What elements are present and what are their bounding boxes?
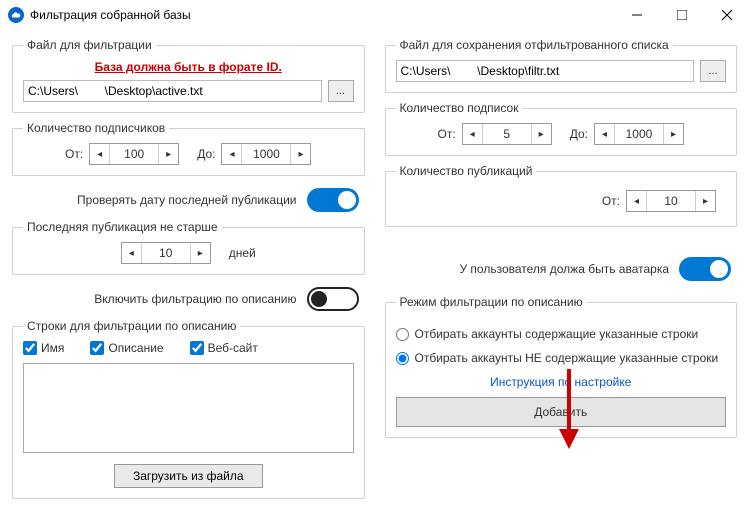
- filter-mode-legend: Режим фильтрации по описанию: [396, 295, 587, 309]
- chevron-right-icon[interactable]: ▸: [531, 124, 551, 144]
- description-checkbox[interactable]: Описание: [90, 341, 163, 355]
- chevron-left-icon[interactable]: ◂: [627, 191, 647, 211]
- subs-to-value[interactable]: 1000: [242, 144, 290, 164]
- follows-group: Количество подписок От: ◂ 5 ▸ До: ◂ 1000: [385, 101, 738, 156]
- subscribers-group: Количество подписчиков От: ◂ 100 ▸ До: ◂…: [12, 121, 365, 176]
- check-date-toggle[interactable]: [307, 188, 359, 212]
- desc-strings-textarea[interactable]: [23, 363, 354, 453]
- save-file-legend: Файл для сохранения отфильтрованного спи…: [396, 38, 673, 52]
- follows-from-label: От:: [438, 127, 456, 141]
- chevron-right-icon[interactable]: ▸: [158, 144, 178, 164]
- follows-to-label: До:: [570, 127, 588, 141]
- avatar-label: У пользователя должа быть аватарка: [459, 262, 669, 276]
- close-button[interactable]: [704, 0, 749, 30]
- filter-file-legend: Файл для фильтрации: [23, 38, 156, 52]
- website-checkbox[interactable]: Веб-сайт: [190, 341, 258, 355]
- save-file-browse-button[interactable]: ...: [700, 60, 726, 82]
- window-title: Фильтрация собранной базы: [30, 8, 614, 22]
- pubs-from-label: От:: [602, 194, 620, 208]
- chevron-left-icon[interactable]: ◂: [90, 144, 110, 164]
- save-file-input[interactable]: [396, 60, 695, 82]
- chevron-right-icon[interactable]: ▸: [663, 124, 683, 144]
- load-from-file-button[interactable]: Загрузить из файла: [114, 464, 263, 488]
- add-button[interactable]: Добавить: [396, 397, 727, 427]
- name-checkbox[interactable]: Имя: [23, 341, 64, 355]
- chevron-left-icon[interactable]: ◂: [463, 124, 483, 144]
- last-pub-group: Последняя публикация не старше ◂ 10 ▸ дн…: [12, 220, 365, 275]
- subs-to-label: До:: [197, 147, 215, 161]
- save-file-group: Файл для сохранения отфильтрованного спи…: [385, 38, 738, 93]
- pubs-group: Количество публикаций От: ◂ 10 ▸: [385, 164, 738, 227]
- filter-mode-group: Режим фильтрации по описанию Отбирать ак…: [385, 295, 738, 438]
- subs-from-label: От:: [65, 147, 83, 161]
- subs-to-spinner[interactable]: ◂ 1000 ▸: [221, 143, 311, 165]
- subs-from-spinner[interactable]: ◂ 100 ▸: [89, 143, 179, 165]
- desc-filter-toggle[interactable]: [307, 287, 359, 311]
- subscribers-legend: Количество подписчиков: [23, 121, 169, 135]
- desc-strings-legend: Строки для фильтрации по описанию: [23, 319, 240, 333]
- last-pub-value[interactable]: 10: [142, 243, 190, 263]
- instructions-link[interactable]: Инструкция по настройке: [396, 375, 727, 389]
- chevron-left-icon[interactable]: ◂: [595, 124, 615, 144]
- pubs-spinner[interactable]: ◂ 10 ▸: [626, 190, 716, 212]
- chevron-right-icon[interactable]: ▸: [190, 243, 210, 263]
- mode-not-contains-radio[interactable]: Отбирать аккаунты НЕ содержащие указанны…: [396, 351, 727, 365]
- desc-filter-label: Включить фильтрацию по описанию: [94, 292, 296, 306]
- pubs-legend: Количество публикаций: [396, 164, 537, 178]
- chevron-right-icon[interactable]: ▸: [695, 191, 715, 211]
- last-pub-unit: дней: [229, 246, 256, 260]
- follows-to-value[interactable]: 1000: [615, 124, 663, 144]
- follows-to-spinner[interactable]: ◂ 1000 ▸: [594, 123, 684, 145]
- maximize-button[interactable]: [659, 0, 704, 30]
- chevron-right-icon[interactable]: ▸: [290, 144, 310, 164]
- subs-from-value[interactable]: 100: [110, 144, 158, 164]
- last-pub-spinner[interactable]: ◂ 10 ▸: [121, 242, 211, 264]
- follows-legend: Количество подписок: [396, 101, 523, 115]
- id-format-warning: База должна быть в форате ID.: [23, 60, 354, 74]
- check-date-label: Проверять дату последней публикации: [77, 193, 296, 207]
- titlebar: Фильтрация собранной базы: [0, 0, 749, 30]
- follows-from-spinner[interactable]: ◂ 5 ▸: [462, 123, 552, 145]
- desc-strings-group: Строки для фильтрации по описанию Имя Оп…: [12, 319, 365, 499]
- mode-contains-radio[interactable]: Отбирать аккаунты содержащие указанные с…: [396, 327, 727, 341]
- chevron-left-icon[interactable]: ◂: [122, 243, 142, 263]
- pubs-value[interactable]: 10: [647, 191, 695, 211]
- filter-file-input[interactable]: [23, 80, 322, 102]
- avatar-toggle[interactable]: [679, 257, 731, 281]
- filter-file-browse-button[interactable]: ...: [328, 80, 354, 102]
- app-icon: [8, 7, 24, 23]
- chevron-left-icon[interactable]: ◂: [222, 144, 242, 164]
- follows-from-value[interactable]: 5: [483, 124, 531, 144]
- last-pub-legend: Последняя публикация не старше: [23, 220, 222, 234]
- filter-file-group: Файл для фильтрации База должна быть в ф…: [12, 38, 365, 113]
- minimize-button[interactable]: [614, 0, 659, 30]
